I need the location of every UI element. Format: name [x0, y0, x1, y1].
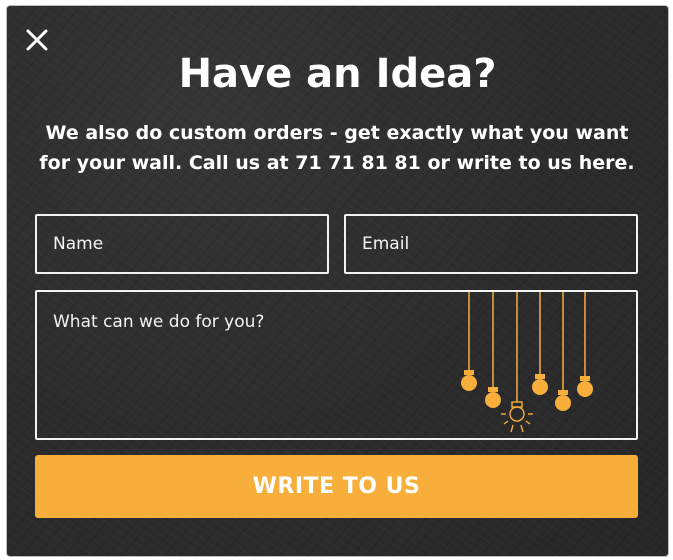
modal-title: Have an Idea?: [178, 51, 497, 97]
email-field[interactable]: [344, 214, 638, 274]
write-to-us-button[interactable]: WRITE TO US: [35, 455, 638, 518]
name-field[interactable]: [35, 214, 329, 274]
modal-subtitle: We also do custom orders - get exactly w…: [39, 122, 635, 174]
message-field[interactable]: [35, 290, 638, 440]
custom-order-modal: Have an Idea? We also do custom orders -…: [7, 6, 668, 556]
